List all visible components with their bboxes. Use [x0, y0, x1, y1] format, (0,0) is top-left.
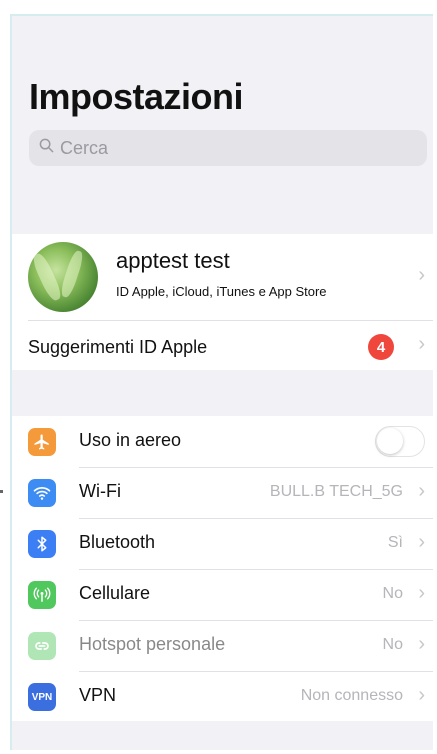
chevron-right-icon: › — [418, 684, 425, 706]
row-label: VPN — [79, 685, 117, 705]
edge-dot — [0, 490, 3, 493]
profile-subtitle: ID Apple, iCloud, iTunes e App Store — [116, 284, 327, 299]
settings-screen: Impostazioni Cerca apptest test ID Apple… — [10, 14, 433, 750]
chevron-right-icon: › — [418, 582, 425, 604]
airplane-icon — [28, 428, 56, 456]
chevron-right-icon: › — [418, 264, 425, 286]
apple-id-suggestions-row[interactable]: Suggerimenti ID Apple 4 › — [12, 321, 433, 370]
airplane-mode-toggle[interactable] — [375, 426, 425, 457]
profile-group: apptest test ID Apple, iCloud, iTunes e … — [12, 234, 433, 370]
settings-row-airplane-mode[interactable]: Uso in aereo — [12, 416, 433, 467]
avatar — [28, 242, 98, 312]
row-label: Cellulare — [79, 583, 151, 603]
chevron-right-icon: › — [418, 333, 425, 355]
row-value: No — [382, 585, 403, 602]
settings-row-bluetooth[interactable]: Bluetooth Sì › — [12, 518, 433, 569]
notification-badge: 4 — [368, 334, 394, 360]
vpn-icon: VPN — [28, 683, 56, 711]
settings-row-wifi[interactable]: Wi-Fi BULL.B TECH_5G › — [12, 467, 433, 518]
row-value: BULL.B TECH_5G — [269, 483, 403, 500]
page-title: Impostazioni — [29, 76, 244, 117]
chevron-right-icon: › — [418, 531, 425, 553]
row-label: Hotspot personale — [79, 634, 226, 654]
suggestions-label: Suggerimenti ID Apple — [28, 337, 208, 357]
settings-row-cellular[interactable]: Cellulare No › — [12, 569, 433, 620]
settings-group: Uso in aereo Wi-Fi BULL.B TECH_5G › Blue… — [12, 416, 433, 721]
wifi-icon — [28, 479, 56, 507]
row-label: Wi-Fi — [79, 481, 121, 501]
chevron-right-icon: › — [418, 633, 425, 655]
row-value: Sì — [387, 534, 403, 551]
hotspot-icon — [28, 632, 56, 660]
row-label: Uso in aereo — [79, 430, 182, 450]
profile-row[interactable]: apptest test ID Apple, iCloud, iTunes e … — [12, 234, 433, 320]
chevron-right-icon: › — [418, 480, 425, 502]
row-value: No — [382, 636, 403, 653]
row-label: Bluetooth — [79, 532, 156, 552]
search-placeholder: Cerca — [60, 137, 109, 158]
bluetooth-icon — [28, 530, 56, 558]
search-icon — [39, 138, 54, 158]
search-field[interactable]: Cerca — [29, 130, 427, 166]
settings-row-hotspot[interactable]: Hotspot personale No › — [12, 620, 433, 671]
cellular-icon — [28, 581, 56, 609]
settings-row-vpn[interactable]: VPN VPN Non connesso › — [12, 671, 433, 722]
profile-name: apptest test — [116, 248, 230, 273]
row-value: Non connesso — [300, 687, 403, 704]
